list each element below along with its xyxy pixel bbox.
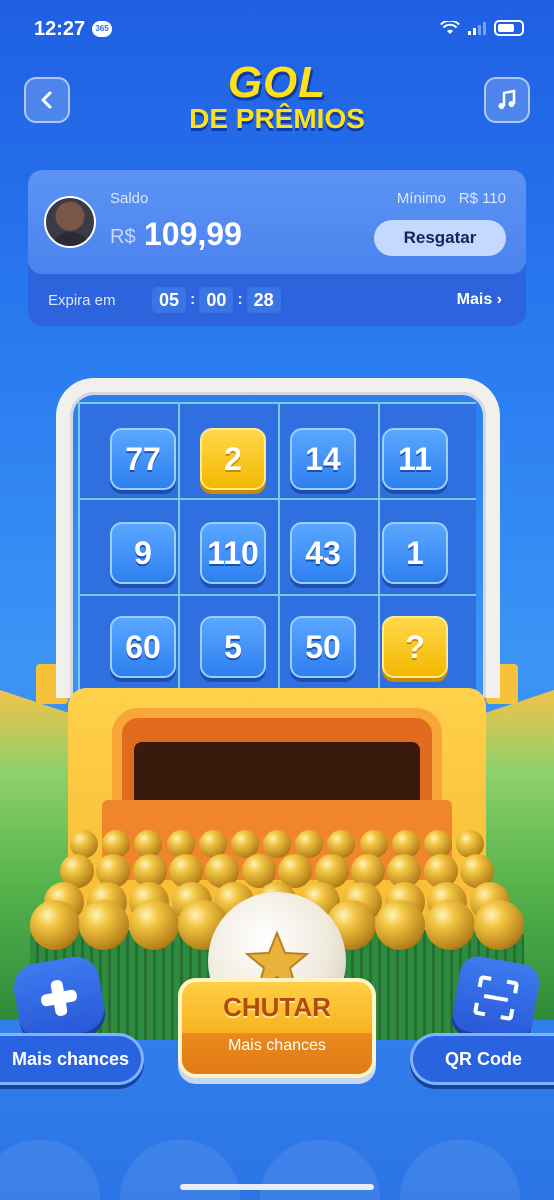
timer-separator: : bbox=[190, 291, 196, 308]
status-badge: 365 bbox=[92, 21, 112, 37]
golden-ball bbox=[375, 900, 426, 950]
avatar bbox=[44, 196, 96, 248]
timer-seconds: 28 bbox=[246, 287, 281, 313]
timer-hours: 05 bbox=[152, 287, 186, 313]
balance-amount: 109,99 bbox=[144, 216, 242, 252]
golden-ball bbox=[128, 900, 179, 950]
balance-top-panel: Saldo R$ 109,99 Mínimo R$ 110 Resgatar bbox=[28, 170, 526, 274]
qr-icon-button[interactable] bbox=[450, 953, 542, 1043]
golden-ball bbox=[30, 900, 80, 950]
prize-tile[interactable]: 5 bbox=[200, 616, 266, 678]
prize-tile[interactable]: 1 bbox=[382, 522, 448, 584]
golden-ball bbox=[474, 900, 524, 950]
minimo-label: Mínimo bbox=[396, 190, 446, 207]
currency-symbol: R$ bbox=[110, 226, 136, 248]
mais-link[interactable]: Mais › bbox=[457, 291, 502, 309]
home-indicator bbox=[180, 1184, 374, 1190]
prize-tile[interactable]: 50 bbox=[290, 616, 356, 678]
prize-tile[interactable]: ? bbox=[382, 616, 448, 678]
chutar-sublabel: Mais chances bbox=[228, 1037, 326, 1054]
countdown-timer: 05 : 00 : 28 bbox=[152, 287, 281, 313]
qr-code-button[interactable]: QR Code bbox=[410, 1033, 554, 1085]
prize-tile[interactable]: 14 bbox=[290, 428, 356, 490]
golden-ball bbox=[424, 900, 475, 950]
music-note-icon bbox=[498, 89, 516, 109]
prize-tile[interactable]: 77 bbox=[110, 428, 176, 490]
prize-tile[interactable]: 43 bbox=[290, 522, 356, 584]
title-line-2: DE PRÊMIOS bbox=[189, 103, 365, 134]
plus-icon bbox=[41, 980, 77, 1016]
minimo-value: R$ 110 bbox=[458, 190, 506, 207]
prize-tile[interactable]: 9 bbox=[110, 522, 176, 584]
golden-ball bbox=[263, 830, 291, 858]
prize-tile[interactable]: 2 bbox=[200, 428, 266, 490]
machine-slot-opening bbox=[134, 742, 420, 802]
signal-icon bbox=[468, 22, 486, 35]
saldo-label: Saldo bbox=[110, 190, 149, 207]
prize-tile[interactable]: 60 bbox=[110, 616, 176, 678]
status-icons bbox=[440, 20, 524, 36]
status-bar: 12:27 365 bbox=[0, 0, 554, 58]
chutar-button[interactable]: CHUTAR Mais chances bbox=[178, 978, 376, 1078]
title-line-1: GOL bbox=[227, 58, 327, 107]
status-time: 12:27 bbox=[34, 18, 86, 40]
music-button[interactable] bbox=[484, 77, 530, 123]
chutar-label: CHUTAR bbox=[223, 992, 331, 1022]
mais-chances-button[interactable]: Mais chances bbox=[0, 1033, 144, 1085]
balance-card: Saldo R$ 109,99 Mínimo R$ 110 Resgatar E… bbox=[28, 170, 526, 326]
timer-separator: : bbox=[237, 291, 243, 308]
wifi-icon bbox=[440, 21, 460, 34]
timer-minutes: 00 bbox=[199, 287, 234, 313]
prize-tile[interactable]: 110 bbox=[200, 522, 266, 584]
game-title: GOL DE PRÊMIOS bbox=[0, 60, 554, 134]
battery-icon bbox=[494, 20, 524, 36]
qr-scan-icon bbox=[473, 975, 519, 1021]
resgatar-button[interactable]: Resgatar bbox=[374, 220, 506, 256]
expira-label: Expira em bbox=[48, 292, 116, 309]
golden-ball bbox=[79, 900, 130, 950]
prize-tile[interactable]: 11 bbox=[382, 428, 448, 490]
